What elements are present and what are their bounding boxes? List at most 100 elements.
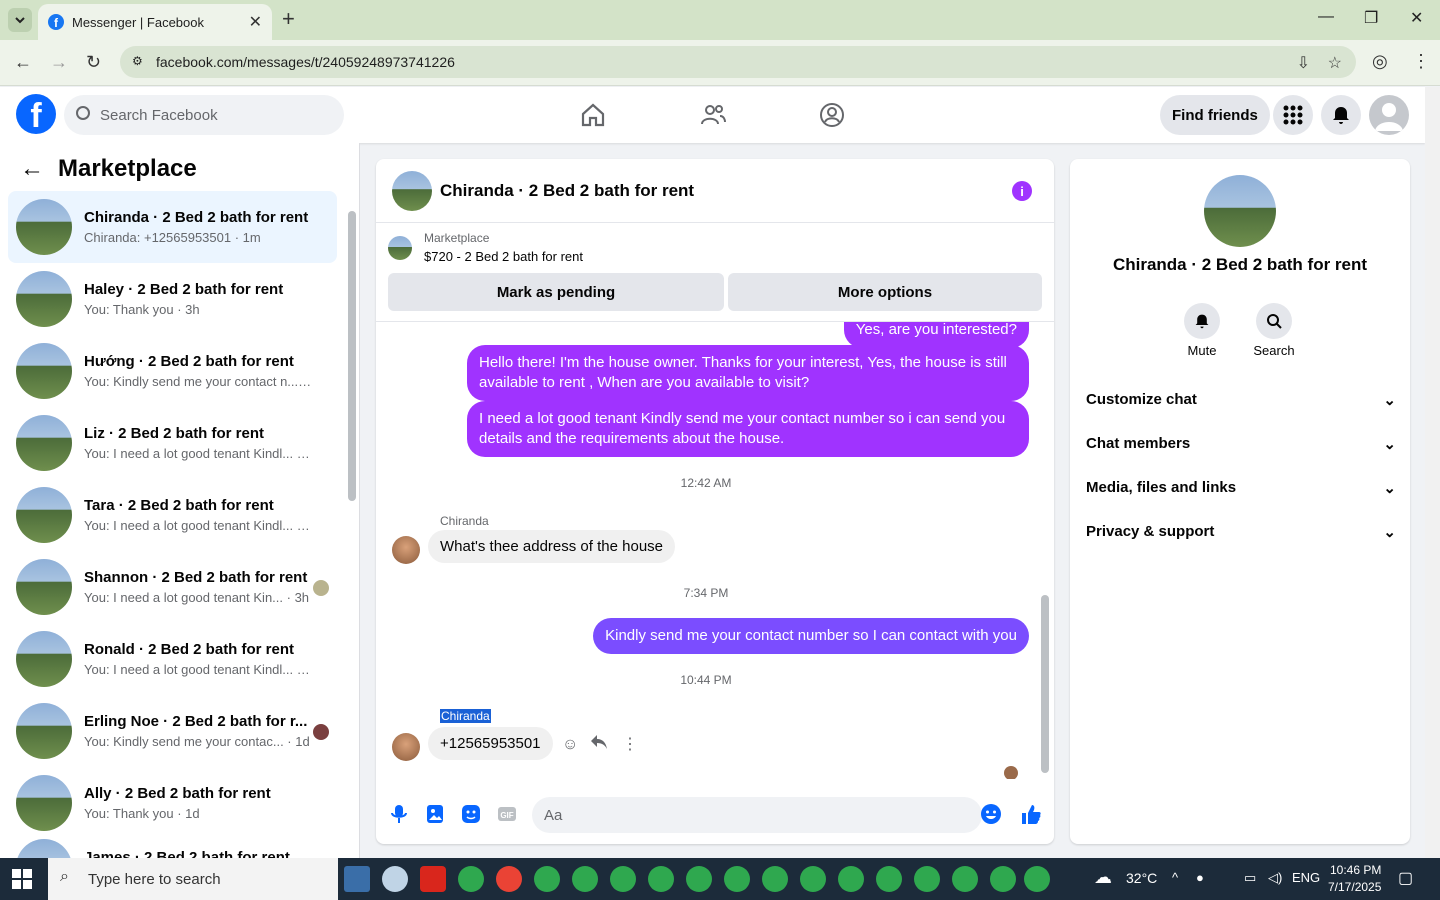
- conversation-item[interactable]: James · 2 Bed 2 bath for rent: [8, 839, 337, 858]
- scrollbar-thumb[interactable]: [348, 211, 356, 501]
- profile-icon[interactable]: ◎: [1372, 51, 1388, 72]
- chrome-icon[interactable]: [686, 866, 712, 892]
- mark-as-pending-button[interactable]: Mark as pending: [388, 273, 724, 311]
- windows-start-icon[interactable]: [12, 869, 32, 889]
- chrome-icon[interactable]: [610, 866, 636, 892]
- weather-temp[interactable]: 32°C: [1126, 870, 1157, 886]
- mute-button[interactable]: Mute: [1172, 303, 1232, 358]
- reply-icon[interactable]: [590, 734, 608, 755]
- find-friends-button[interactable]: Find friends: [1160, 95, 1270, 135]
- message-bubble-incoming[interactable]: What's thee address of the house: [428, 530, 676, 563]
- message-bubble-incoming[interactable]: +12565953501: [428, 727, 553, 760]
- reload-icon[interactable]: ↻: [86, 52, 101, 73]
- chrome-icon[interactable]: [572, 866, 598, 892]
- info-icon[interactable]: i: [1012, 181, 1032, 201]
- conversation-item[interactable]: Ally · 2 Bed 2 bath for rent You: Thank y…: [8, 767, 337, 839]
- conversation-item[interactable]: Erling Noe · 2 Bed 2 bath for r... You: K…: [8, 695, 337, 767]
- minimize-icon[interactable]: —: [1318, 8, 1334, 26]
- network-icon[interactable]: ●: [1196, 870, 1204, 885]
- scrollbar-thumb[interactable]: [1041, 595, 1049, 773]
- conversation-item[interactable]: Liz · 2 Bed 2 bath for rent You: I need a…: [8, 407, 337, 479]
- volume-icon[interactable]: ◁): [1268, 870, 1282, 886]
- message-bubble-outgoing[interactable]: I need a lot good tenant Kindly send me …: [467, 401, 1029, 457]
- facebook-logo-icon[interactable]: f: [16, 94, 56, 134]
- chat-title[interactable]: Chiranda · 2 Bed 2 bath for rent: [440, 181, 694, 201]
- gif-icon[interactable]: GIF: [496, 803, 518, 825]
- notifications-bell-icon[interactable]: [1321, 95, 1361, 135]
- account-avatar[interactable]: [1369, 95, 1409, 135]
- conversation-item[interactable]: Chiranda · 2 Bed 2 bath for rent Chiranda…: [8, 191, 337, 263]
- new-tab-icon[interactable]: +: [282, 6, 295, 32]
- chrome-icon[interactable]: [496, 866, 522, 892]
- conversation-item[interactable]: Haley · 2 Bed 2 bath for rent You: Thank …: [8, 263, 337, 335]
- message-bubble-outgoing[interactable]: Yes, are you interested?: [843, 322, 1029, 348]
- bookmark-star-icon[interactable]: ☆: [1328, 53, 1342, 73]
- chat-avatar[interactable]: [392, 170, 432, 211]
- weather-icon[interactable]: ☁: [1094, 867, 1112, 888]
- back-icon[interactable]: ←: [14, 52, 32, 73]
- chat-members-section[interactable]: Chat members ⌄: [1086, 435, 1396, 453]
- chrome-icon[interactable]: [914, 866, 940, 892]
- browser-menu-icon[interactable]: ⋮: [1412, 51, 1430, 72]
- chrome-icon[interactable]: [876, 866, 902, 892]
- chrome-icon[interactable]: [800, 866, 826, 892]
- tray-chevron-icon[interactable]: ^: [1172, 870, 1178, 885]
- wifi-icon[interactable]: ▭: [1244, 870, 1256, 886]
- notification-center-icon[interactable]: ▢: [1398, 868, 1413, 888]
- menu-grid-icon[interactable]: [1273, 95, 1313, 135]
- conversation-item[interactable]: Hướng · 2 Bed 2 bath for rent You: Kindly…: [8, 335, 337, 407]
- friends-icon[interactable]: [699, 101, 727, 129]
- chrome-icon[interactable]: [458, 866, 484, 892]
- site-settings-icon[interactable]: ⚙: [132, 54, 148, 70]
- sidebar-scrollbar[interactable]: [347, 203, 357, 853]
- chrome-icon[interactable]: [838, 866, 864, 892]
- message-bubble-outgoing[interactable]: Hello there! I'm the house owner. Thanks…: [467, 345, 1029, 401]
- microphone-icon[interactable]: [388, 803, 410, 825]
- listing-banner[interactable]: Marketplace $720 - 2 Bed 2 bath for rent: [388, 231, 583, 264]
- chrome-icon[interactable]: [648, 866, 674, 892]
- facebook-search-input[interactable]: Search Facebook: [64, 95, 344, 135]
- chrome-icon[interactable]: [724, 866, 750, 892]
- clock-time[interactable]: 10:46 PM: [1330, 863, 1381, 877]
- forward-icon[interactable]: →: [50, 52, 68, 73]
- close-window-icon[interactable]: ✕: [1410, 8, 1423, 28]
- sender-avatar[interactable]: [392, 733, 420, 761]
- photo-icon[interactable]: [424, 803, 446, 825]
- message-input[interactable]: Aa: [532, 797, 982, 833]
- tab-search-icon[interactable]: [8, 8, 32, 32]
- react-emoji-icon[interactable]: ☺: [562, 736, 578, 754]
- browser-tab[interactable]: f Messenger | Facebook ✕: [38, 4, 272, 40]
- conversation-item[interactable]: Ronald · 2 Bed 2 bath for rent You: I nee…: [8, 623, 337, 695]
- details-avatar[interactable]: [1204, 175, 1276, 247]
- close-tab-icon[interactable]: ✕: [249, 12, 262, 32]
- chrome-icon[interactable]: [1024, 866, 1050, 892]
- wps-office-icon[interactable]: [420, 866, 446, 892]
- search-in-chat-button[interactable]: Search: [1244, 303, 1304, 358]
- message-bubble-outgoing[interactable]: Kindly send me your contact number so I …: [593, 618, 1029, 654]
- sticker-icon[interactable]: [460, 803, 482, 825]
- chrome-icon[interactable]: [990, 866, 1016, 892]
- install-app-icon[interactable]: ⇩: [1297, 53, 1310, 73]
- back-arrow-icon[interactable]: ←: [20, 155, 44, 183]
- chat-scrollbar[interactable]: [1040, 327, 1050, 777]
- emoji-icon[interactable]: [980, 803, 1002, 825]
- privacy-support-section[interactable]: Privacy & support ⌄: [1086, 523, 1396, 541]
- more-actions-icon[interactable]: ⋮: [622, 734, 638, 754]
- clock-date[interactable]: 7/17/2025: [1328, 880, 1381, 894]
- chrome-icon[interactable]: [534, 866, 560, 892]
- thumbs-up-icon[interactable]: [1020, 803, 1042, 825]
- chrome-icon[interactable]: [952, 866, 978, 892]
- media-files-links-section[interactable]: Media, files and links ⌄: [1086, 479, 1396, 497]
- url-field[interactable]: ⚙ facebook.com/messages/t/24059248973741…: [120, 46, 1356, 78]
- file-explorer-icon[interactable]: [344, 866, 370, 892]
- home-icon[interactable]: [579, 101, 607, 129]
- restore-icon[interactable]: ❐: [1364, 8, 1378, 28]
- chrome-icon[interactable]: [762, 866, 788, 892]
- page-scrollbar[interactable]: [1425, 87, 1440, 858]
- conversation-item[interactable]: Shannon · 2 Bed 2 bath for rent You: I ne…: [8, 551, 337, 623]
- more-options-button[interactable]: More options: [728, 273, 1042, 311]
- conversation-item[interactable]: Tara · 2 Bed 2 bath for rent You: I need …: [8, 479, 337, 551]
- language-indicator[interactable]: ENG: [1292, 870, 1320, 885]
- sender-avatar[interactable]: [392, 536, 420, 564]
- taskbar-search-input[interactable]: ⌕ Type here to search: [48, 858, 338, 900]
